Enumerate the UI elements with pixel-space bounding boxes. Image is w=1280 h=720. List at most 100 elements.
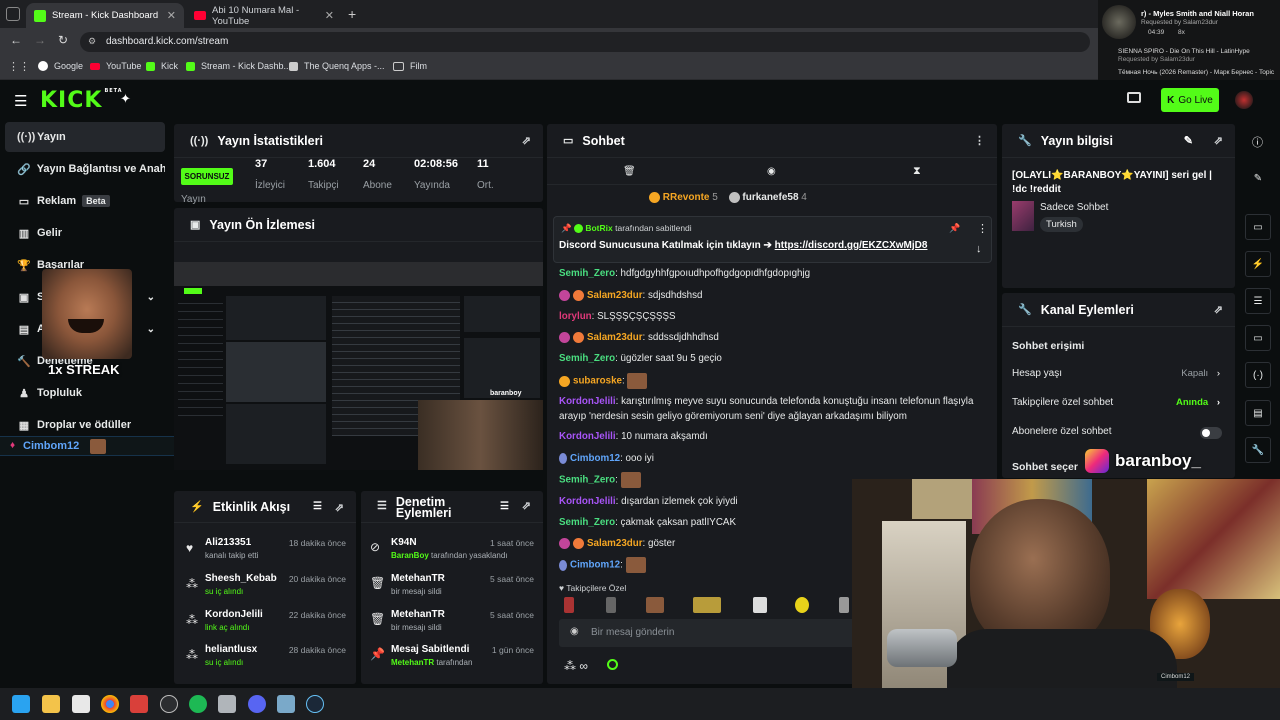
sidebar-item-reklam[interactable]: ▭ Reklam Beta [5, 186, 165, 216]
account-age-row[interactable]: Hesap yaşı Kapalı › [1012, 368, 1224, 379]
chat-message[interactable]: Salam23dur: sddssdjdhhdhsd [559, 330, 979, 345]
steam-icon[interactable] [306, 695, 324, 713]
chat-points-icon[interactable]: ⁂ ∞ [564, 659, 588, 673]
emote[interactable] [795, 597, 809, 613]
hourglass-icon[interactable]: ⧗ [913, 165, 921, 178]
bookmark-quenq[interactable]: The Quenq Apps -... [289, 61, 385, 71]
popout-icon[interactable]: ⇗ [1214, 134, 1223, 147]
sidebar-item-gelir[interactable]: ▥ Gelir [5, 218, 165, 248]
emote[interactable] [839, 597, 849, 613]
bookmark-kick[interactable]: Kick [146, 61, 178, 71]
chat-username[interactable]: Semih_Zero [559, 517, 615, 528]
filter-icon[interactable]: ☰ [313, 501, 322, 512]
trash-icon[interactable]: 🗑 [623, 166, 636, 177]
more-icon[interactable]: ⋮ [974, 134, 985, 147]
emote[interactable] [646, 597, 664, 613]
emote[interactable] [753, 597, 767, 613]
file-explorer-icon[interactable] [42, 695, 60, 713]
chat-username[interactable]: Semih_Zero [559, 475, 615, 486]
popout-icon[interactable]: ⇗ [1214, 303, 1223, 316]
popout-icon[interactable]: ⇗ [522, 134, 531, 147]
chat-message[interactable]: Cimbom12: ooo iyi [559, 451, 979, 466]
wrench-icon[interactable]: 🔧 [1245, 437, 1271, 463]
chat-message[interactable]: KordonJelili: 10 numara akşamdı [559, 429, 979, 444]
chat-message[interactable]: Salam23dur: sdjsdhdshsd [559, 288, 979, 303]
avatar[interactable] [1235, 91, 1253, 109]
chat-username[interactable]: KordonJelili [559, 396, 616, 407]
settings-icon[interactable] [607, 659, 618, 670]
pinned-message[interactable]: 📌 BotRix tarafından sabitlendi Discord S… [553, 216, 992, 263]
chat-message[interactable]: lorylun: SLŞŞŞÇŞÇŞŞŞS [559, 309, 979, 324]
chat-username[interactable]: KordonJelili [559, 496, 616, 507]
forward-icon[interactable]: → [34, 33, 46, 47]
chat-username[interactable]: lorylun [559, 311, 592, 322]
chat-bubble-icon[interactable]: ◉ [767, 166, 776, 177]
store-icon[interactable] [72, 695, 90, 713]
chat-username[interactable]: Cimbom12 [570, 453, 620, 464]
menu-icon[interactable]: ☰ [14, 92, 27, 110]
more-icon[interactable]: ⋮ [977, 222, 988, 235]
chat-username[interactable]: Semih_Zero [559, 353, 615, 364]
chat-message[interactable]: subaroske: [559, 373, 979, 389]
list-icon[interactable]: ☰ [1245, 288, 1271, 314]
broadcast-icon[interactable]: (·) [1245, 362, 1271, 388]
unpin-icon[interactable]: 📌 [949, 223, 960, 234]
pinned-link[interactable]: https://discord.gg/EKZCXwMjD8 [775, 240, 928, 251]
app-icon[interactable] [130, 695, 148, 713]
tab-search-button[interactable] [6, 7, 20, 21]
close-icon[interactable]: ✕ [167, 9, 176, 22]
chat-message[interactable]: KordonJelili: karıştırılmış meyve suyu s… [559, 394, 979, 424]
followers-only-row[interactable]: Takipçilere özel sohbet Anında › [1012, 397, 1224, 408]
emote[interactable] [564, 597, 574, 613]
edit-icon[interactable]: ✎ [1245, 165, 1271, 191]
stream-preview-video[interactable]: baranboy [174, 262, 543, 470]
subscribers-only-toggle[interactable] [1200, 427, 1222, 439]
bolt-icon[interactable]: ⚡ [1245, 251, 1271, 277]
chat-username[interactable]: subaroske [573, 376, 622, 387]
filter-icon[interactable]: ☰ [500, 501, 509, 512]
tab-youtube[interactable]: Abi 10 Numara Mal - YouTube ✕ [186, 3, 342, 28]
back-icon[interactable]: ← [10, 33, 22, 47]
card-icon[interactable]: ▭ [1245, 214, 1271, 240]
bookmark-youtube[interactable]: YouTube [90, 61, 141, 71]
sidebar-item-stream-key[interactable]: 🔗Yayın Bağlantısı ve Anahtarı [5, 154, 165, 184]
chat-input[interactable]: ◉ Bir mesaj gönderin [559, 619, 859, 647]
tab-kick-dashboard[interactable]: Stream - Kick Dashboard ✕ [26, 3, 184, 28]
chat-username[interactable]: Cimbom12 [570, 560, 620, 571]
url-field[interactable]: ⚙ dashboard.kick.com/stream [80, 32, 1090, 52]
go-live-button[interactable]: K Go Live [1161, 88, 1219, 112]
popout-icon[interactable]: ⇗ [335, 501, 344, 514]
obs-icon[interactable] [160, 695, 178, 713]
edit-icon[interactable]: ✎ [1184, 134, 1193, 147]
popout-icon[interactable]: ⇗ [522, 501, 531, 512]
close-icon[interactable]: ✕ [325, 9, 334, 22]
app-icon[interactable] [277, 695, 295, 713]
new-tab-button[interactable]: + [348, 6, 356, 22]
chat-username[interactable]: KordonJelili [559, 431, 616, 442]
reload-icon[interactable]: ↻ [58, 33, 68, 47]
site-info-icon[interactable]: ⚙ [88, 36, 96, 47]
spotify-icon[interactable] [189, 695, 207, 713]
clip-icon[interactable]: ▤ [1245, 400, 1271, 426]
bookmark-film-folder[interactable]: Film [393, 61, 427, 71]
chat-icon[interactable]: ▭ [1245, 325, 1271, 351]
discord-icon[interactable] [248, 695, 266, 713]
sidebar-item-yayin[interactable]: ((·)) Yayın [5, 122, 165, 152]
emote[interactable] [606, 597, 616, 613]
info-icon[interactable]: ⓘ [1252, 134, 1263, 150]
emote[interactable] [693, 597, 721, 613]
chat-message[interactable]: Semih_Zero: hdfgdgyhhfgpoıudhpofhgdgopıd… [559, 266, 979, 281]
mod-view-icon[interactable] [1127, 92, 1141, 103]
expand-icon[interactable]: ↓ [976, 243, 982, 255]
apps-icon[interactable]: ⋮⋮ [8, 60, 30, 73]
chat-username[interactable]: Salam23dur [587, 332, 643, 343]
windows-start-icon[interactable] [12, 695, 30, 713]
chat-username[interactable]: Salam23dur [587, 290, 643, 301]
bookmark-google[interactable]: Google [38, 61, 83, 71]
sidebar-item-topluluk[interactable]: ♟ Topluluk [5, 378, 165, 408]
chrome-icon[interactable] [101, 695, 119, 713]
chat-username[interactable]: Semih_Zero [559, 268, 615, 279]
chat-message[interactable]: Semih_Zero: ügözler saat 9u 5 geçio [559, 351, 979, 366]
kick-logo[interactable]: KICK BETA [40, 88, 123, 113]
chat-username[interactable]: Salam23dur [587, 538, 643, 549]
